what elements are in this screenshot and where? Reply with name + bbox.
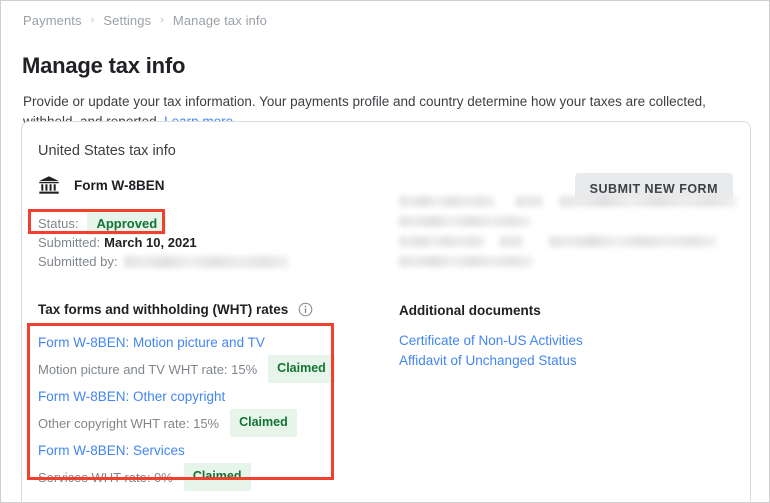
redacted-line <box>399 256 533 267</box>
bank-icon <box>38 174 60 196</box>
breadcrumb-item-payments[interactable]: Payments <box>23 13 82 28</box>
breadcrumb-separator-icon: › <box>90 14 95 26</box>
breadcrumb-item-manage-tax-info[interactable]: Manage tax info <box>173 13 267 28</box>
wht-form-link-motion-picture-tv[interactable]: Form W-8BEN: Motion picture and TV <box>38 331 348 354</box>
additional-documents-heading: Additional documents <box>399 303 541 318</box>
page-title: Manage tax info <box>22 52 186 78</box>
redacted-details-region <box>399 192 739 278</box>
redacted-line <box>399 236 485 247</box>
status-badge: Approved <box>87 212 167 235</box>
wht-rate-text: Other copyright WHT rate: 15% <box>38 415 220 431</box>
card-title: United States tax info <box>38 143 176 159</box>
breadcrumb: Payments › Settings › Manage tax info <box>23 13 267 28</box>
wht-heading-label: Tax forms and withholding (WHT) rates <box>38 302 289 317</box>
wht-form-link-services[interactable]: Form W-8BEN: Services <box>38 439 348 462</box>
wht-section-heading: Tax forms and withholding (WHT) rates <box>38 302 313 317</box>
screenshot-root: Payments › Settings › Manage tax info Ma… <box>0 0 770 503</box>
redacted-line <box>549 236 717 247</box>
submitted-line: Submitted: March 10, 2021 <box>38 233 289 252</box>
info-circle-icon[interactable] <box>288 302 313 317</box>
additional-document-link-affidavit[interactable]: Affidavit of Unchanged Status <box>399 351 583 371</box>
breadcrumb-separator-icon: › <box>160 14 164 26</box>
us-tax-info-card: United States tax info Form W-8BEN SUBMI… <box>21 121 751 502</box>
wht-claimed-badge: Claimed <box>183 463 251 491</box>
wht-claimed-badge: Claimed <box>268 355 335 383</box>
wht-rate-row: Services WHT rate: 0% Claimed <box>38 463 348 491</box>
submitted-by-line: Submitted by: <box>38 252 289 271</box>
wht-rate-row: Motion picture and TV WHT rate: 15% Clai… <box>38 355 348 383</box>
redacted-line <box>559 196 737 207</box>
form-row: Form W-8BEN <box>38 174 164 196</box>
status-line: Status: Approved <box>38 212 289 235</box>
redacted-line <box>399 196 495 207</box>
submitted-label: Submitted: <box>38 235 101 250</box>
submitted-by-redacted-value <box>123 255 289 268</box>
additional-document-link-certificate[interactable]: Certificate of Non-US Activities <box>399 331 583 351</box>
wht-rate-text: Services WHT rate: 0% <box>38 469 173 485</box>
wht-rates-list: Form W-8BEN: Motion picture and TV Motio… <box>38 331 348 502</box>
redacted-line <box>499 236 523 247</box>
wht-claimed-badge: Claimed <box>230 409 297 437</box>
breadcrumb-item-settings[interactable]: Settings <box>103 13 151 28</box>
submitted-by-label: Submitted by: <box>38 254 118 269</box>
redacted-line <box>399 216 531 227</box>
additional-documents-links: Certificate of Non-US Activities Affidav… <box>399 331 583 371</box>
wht-rate-row: Other copyright WHT rate: 15% Claimed <box>38 409 348 437</box>
status-block: Status: Approved Submitted: March 10, 20… <box>38 212 289 271</box>
form-name-label: Form W-8BEN <box>74 177 165 193</box>
wht-form-link-other-copyright[interactable]: Form W-8BEN: Other copyright <box>38 385 348 408</box>
redacted-line <box>515 196 543 207</box>
wht-rate-text: Motion picture and TV WHT rate: 15% <box>38 361 258 377</box>
submitted-value: March 10, 2021 <box>104 235 197 250</box>
redacted-lines <box>399 192 739 278</box>
status-label: Status: <box>38 216 79 231</box>
